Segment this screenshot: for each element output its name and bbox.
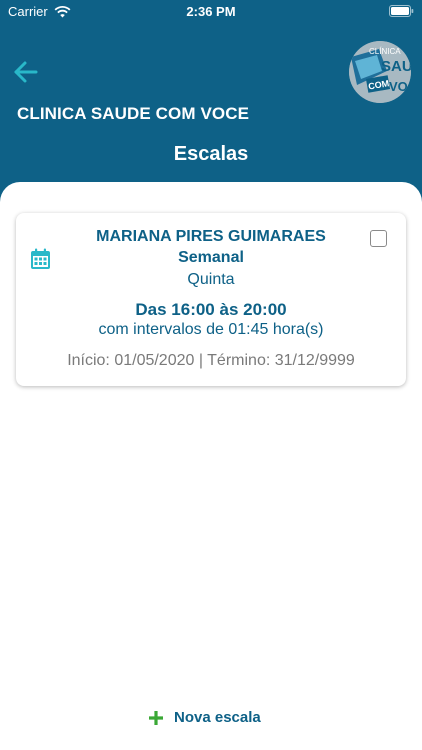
schedule-interval: com intervalos de 01:45 hora(s): [98, 321, 324, 338]
back-arrow-icon[interactable]: [12, 58, 40, 86]
new-schedule-label: Nova escala: [174, 709, 261, 726]
clinic-name: CLINICA SAUDE COM VOCE: [17, 104, 250, 123]
logo-text-clinica: CLÍNICA: [369, 47, 401, 56]
schedule-weekday: Quinta: [187, 271, 235, 288]
schedule-hours: Das 16:00 às 20:00: [135, 300, 287, 319]
schedule-dates: Início: 01/05/2020 | Término: 31/12/9999: [67, 352, 355, 369]
clinic-logo: CLÍNICA SAUDE COM VOCE: [349, 41, 411, 103]
schedule-frequency: Semanal: [178, 249, 244, 266]
page-title: Escalas: [173, 143, 249, 165]
battery-icon: [389, 5, 414, 17]
clinic-logo-graphic: CLÍNICA SAUDE COM VOCE: [349, 41, 411, 103]
employee-name: MARIANA PIRES GUIMARAES: [96, 228, 326, 245]
plus-icon: [149, 710, 163, 725]
status-time: 2:36 PM: [186, 4, 236, 19]
status-bar: Carrier 2:36 PM: [0, 0, 422, 24]
logo-text-saude: SAUDE: [381, 58, 411, 75]
new-schedule-button[interactable]: Nova escala: [148, 709, 261, 726]
